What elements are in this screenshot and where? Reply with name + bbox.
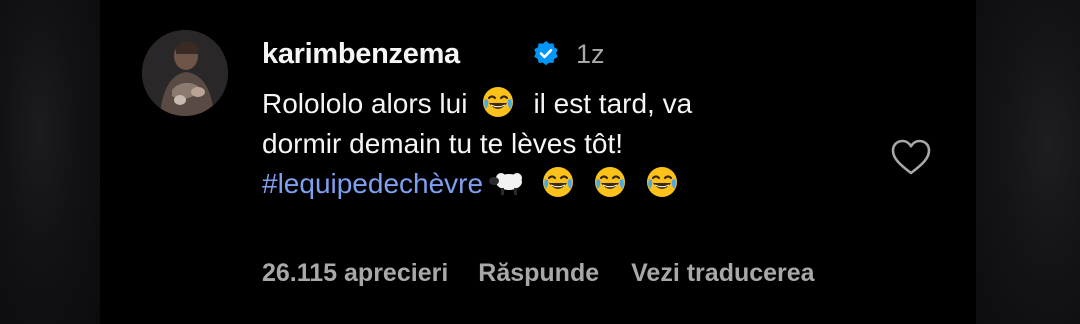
comment-text-part: il est tard, va bbox=[533, 88, 693, 119]
sheep-icon bbox=[487, 167, 527, 197]
face-with-tears-of-joy-icon bbox=[541, 165, 575, 199]
avatar-photo bbox=[142, 30, 228, 116]
reply-button[interactable]: Răspunde bbox=[478, 256, 599, 290]
verified-badge-icon bbox=[534, 41, 558, 66]
face-with-tears-of-joy-icon bbox=[645, 165, 679, 199]
comment-time[interactable]: 1z bbox=[576, 36, 605, 72]
face-with-tears-of-joy-icon bbox=[481, 85, 515, 119]
blurred-background-left bbox=[0, 0, 100, 324]
face-with-tears-of-joy-icon bbox=[593, 165, 627, 199]
likes-count[interactable]: 26.115 aprecieri bbox=[262, 256, 448, 290]
avatar[interactable] bbox=[142, 30, 228, 116]
username[interactable]: karimbenzema bbox=[262, 36, 460, 72]
comment-line-2: dormir demain tu te lèves tôt! bbox=[262, 128, 624, 159]
see-translation-button[interactable]: Vezi traducerea bbox=[631, 256, 814, 290]
hashtag-link[interactable]: #lequipedechèvre bbox=[262, 168, 483, 199]
comment-text-part: Rolololo alors lui bbox=[262, 88, 468, 119]
screenshot-stage: karimbenzema 1z Rolololo alors lui il est… bbox=[0, 0, 1080, 324]
comment-line-3: #lequipedechèvre bbox=[262, 164, 862, 204]
comment-line-1: Rolololo alors lui il est tard, va bbox=[262, 84, 862, 124]
comment-actions: 26.115 aprecieri Răspunde Vezi traducerea bbox=[262, 256, 815, 290]
blurred-background-right bbox=[976, 0, 1080, 324]
comment-text: Rolololo alors lui il est tard, va dormir… bbox=[262, 84, 862, 204]
heart-like-icon[interactable] bbox=[889, 137, 933, 177]
